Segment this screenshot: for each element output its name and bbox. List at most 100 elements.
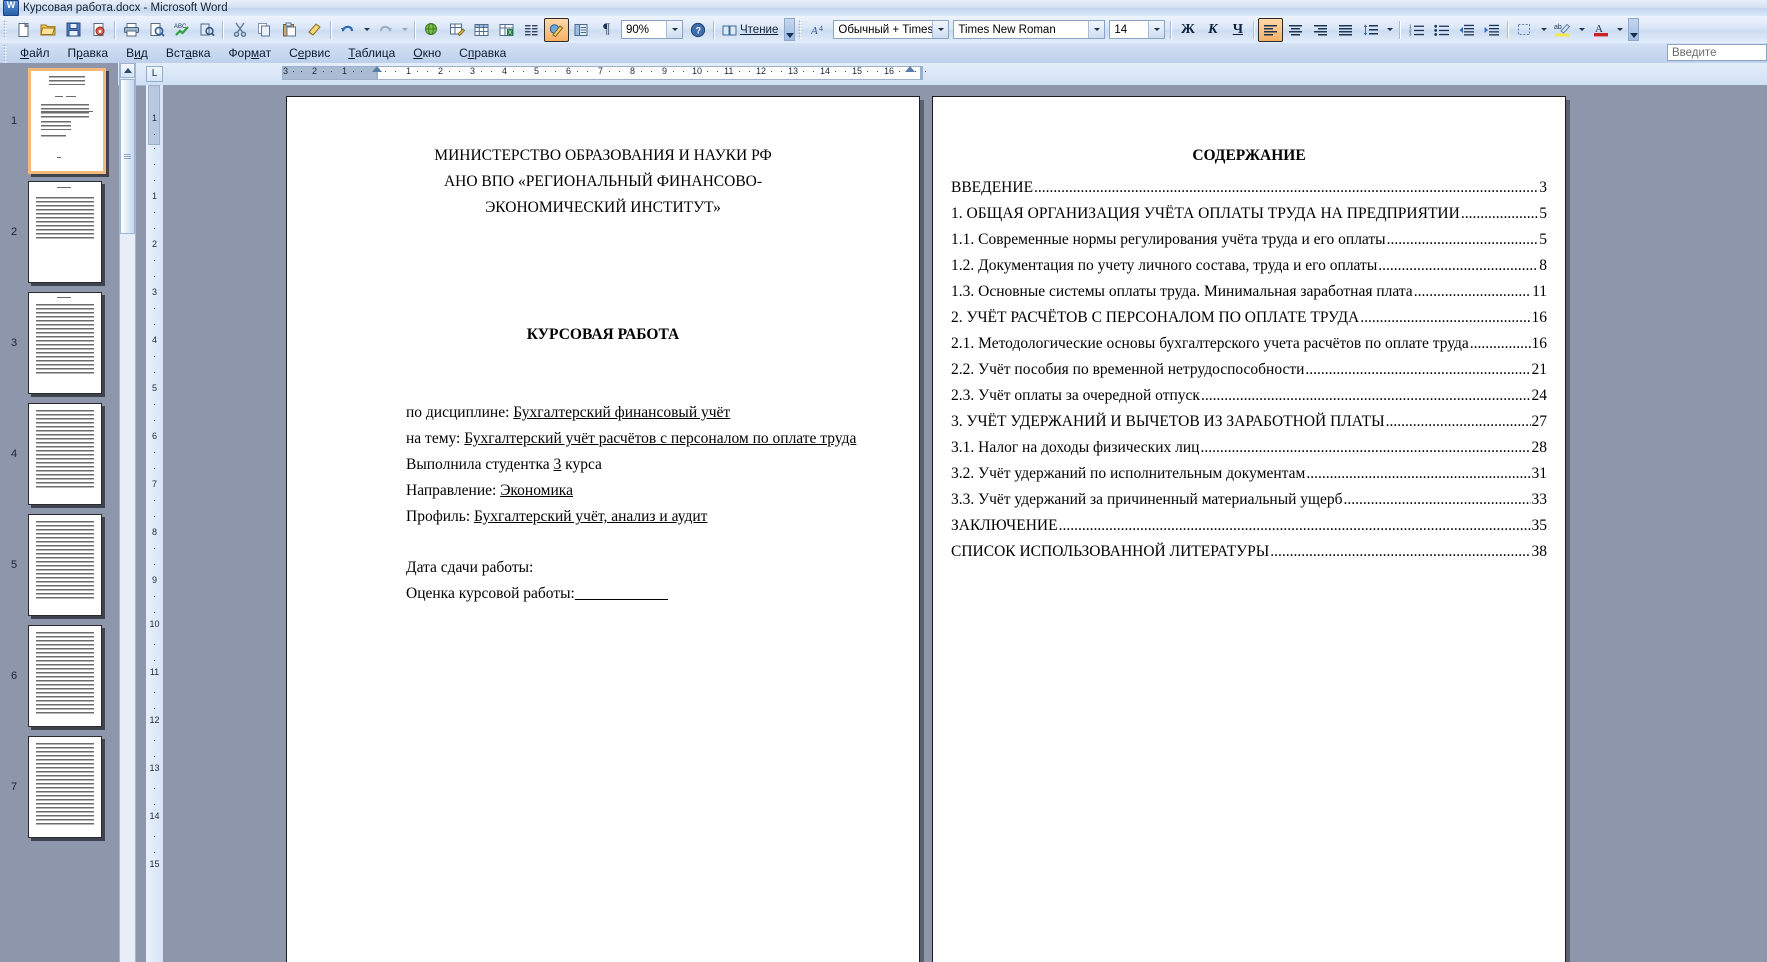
bold-button[interactable]: Ж [1175, 18, 1200, 42]
thumbnail-pane[interactable]: 1 2 3 4 5 6 7 [0, 63, 118, 962]
insert-hyperlink-button[interactable] [419, 18, 444, 42]
new-document-button[interactable] [11, 18, 36, 42]
align-center-button[interactable] [1283, 18, 1308, 42]
font-size-dropdown-arrow[interactable] [1148, 21, 1165, 38]
toc-entry: 3. УЧЁТ УДЕРЖАНИЙ И ВЫЧЕТОВ ИЗ ЗАРАБОТНО… [951, 413, 1547, 430]
menu-window[interactable]: Окно [404, 45, 450, 61]
style-combo[interactable]: Обычный + Times [833, 20, 950, 39]
font-name-dropdown-arrow[interactable] [1088, 21, 1105, 38]
italic-button[interactable]: К [1200, 18, 1225, 42]
print-preview-button[interactable] [144, 18, 169, 42]
spelling-check-button[interactable]: ABC [169, 18, 194, 42]
drawing-button[interactable] [544, 17, 569, 42]
right-indent-marker[interactable] [905, 66, 915, 72]
thumbnail-item[interactable]: 5 [0, 512, 118, 617]
zoom-dropdown-arrow[interactable] [666, 21, 682, 38]
ask-a-question-input[interactable]: Введите [1667, 44, 1767, 61]
thumbnail-page-preview[interactable] [28, 402, 102, 505]
highlight-color-button[interactable]: ab [1550, 18, 1575, 42]
format-painter-button[interactable] [302, 18, 327, 42]
thumbnail-item[interactable]: 3 [0, 290, 118, 395]
menu-insert[interactable]: Вставка [157, 45, 220, 61]
menu-view[interactable]: Вид [117, 45, 157, 61]
underline-button[interactable]: Ч [1225, 18, 1250, 42]
document-map-button[interactable] [569, 18, 594, 42]
vertical-ruler[interactable]: 1 · · · · 1 · · 2 · · 3 · · 4 · · 5 · · … [146, 85, 164, 962]
scroll-up-button[interactable] [120, 63, 135, 78]
line-spacing-dropdown-button[interactable] [1383, 18, 1396, 42]
menu-file[interactable]: Файл [11, 45, 59, 61]
scrollbar-thumb[interactable] [120, 79, 135, 234]
thumbnail-page-preview[interactable] [28, 624, 102, 727]
thumbnail-page-preview[interactable] [28, 291, 102, 394]
thumbnail-item[interactable]: 6 [0, 623, 118, 728]
permission-button[interactable] [86, 18, 111, 42]
font-size-combo[interactable]: 14 [1109, 20, 1166, 39]
font-color-dropdown-button[interactable] [1613, 18, 1626, 42]
document-page-2[interactable]: СОДЕРЖАНИЕ ВВЕДЕНИЕ ....................… [932, 96, 1566, 962]
thumbnail-page-preview[interactable] [28, 513, 102, 616]
menu-bar-grip[interactable] [3, 43, 7, 63]
tab-stop-selector[interactable]: L [146, 66, 163, 82]
thumbnail-item[interactable]: 2 [0, 179, 118, 284]
line-spacing-button[interactable] [1358, 18, 1383, 42]
outside-border-button[interactable] [1512, 18, 1537, 42]
styles-and-formatting-icon[interactable]: A4 [806, 18, 831, 42]
menu-format[interactable]: Формат [219, 45, 280, 61]
toolbar-grip[interactable] [3, 20, 7, 39]
insert-excel-table-button[interactable]: X [494, 18, 519, 42]
thumbnail-item[interactable]: 1 [0, 67, 118, 174]
tables-and-borders-button[interactable] [444, 18, 469, 42]
undo-button[interactable] [335, 18, 360, 42]
font-name-combo[interactable]: Times New Roman [953, 20, 1106, 39]
thumbnail-item[interactable]: 7 [0, 734, 118, 839]
formatting-toolbar-overflow-button[interactable] [1628, 18, 1640, 41]
research-button[interactable] [194, 18, 219, 42]
increase-indent-button[interactable] [1479, 18, 1504, 42]
show-formatting-marks-button[interactable]: ¶ [594, 18, 619, 42]
reading-mode-button[interactable]: Чтение [718, 19, 782, 41]
menu-help[interactable]: Справка [450, 45, 515, 61]
align-right-button[interactable] [1308, 18, 1333, 42]
help-icon[interactable]: ? [685, 18, 710, 42]
save-button[interactable] [61, 18, 86, 42]
numbered-list-button[interactable]: 123 [1404, 18, 1429, 42]
thumbnail-page-preview[interactable] [28, 735, 102, 838]
border-dropdown-button[interactable] [1537, 18, 1550, 42]
copy-button[interactable] [252, 18, 277, 42]
thumbnail-page-preview[interactable] [28, 67, 106, 174]
first-line-indent-marker[interactable] [372, 66, 382, 72]
menu-service[interactable]: Сервис [280, 45, 339, 61]
zoom-combo[interactable]: 90% [621, 20, 683, 39]
thumbnail-item[interactable]: 4 [0, 401, 118, 506]
document-page-1[interactable]: МИНИСТЕРСТВО ОБРАЗОВАНИЯ И НАУКИ РФ АНО … [286, 96, 920, 962]
svg-text:4: 4 [819, 24, 823, 33]
decrease-indent-button[interactable] [1454, 18, 1479, 42]
thumbnail-scrollbar[interactable] [119, 63, 136, 962]
columns-button[interactable] [519, 18, 544, 42]
formatting-toolbar-grip[interactable] [798, 20, 803, 39]
align-left-button[interactable] [1258, 17, 1284, 42]
print-button[interactable] [119, 18, 144, 42]
menu-table[interactable]: Таблица [339, 45, 404, 61]
cut-button[interactable] [227, 18, 252, 42]
toc-leader-dots: ........................................… [1360, 310, 1531, 326]
menu-edit[interactable]: Правка [59, 45, 118, 61]
toc-title: СОДЕРЖАНИЕ [1192, 147, 1306, 164]
insert-table-button[interactable] [469, 18, 494, 42]
highlight-dropdown-button[interactable] [1575, 18, 1588, 42]
font-color-button[interactable]: A [1588, 18, 1613, 42]
redo-button[interactable] [373, 18, 398, 42]
document-canvas[interactable]: МИНИСТЕРСТВО ОБРАЗОВАНИЯ И НАУКИ РФ АНО … [163, 85, 1767, 962]
align-justify-button[interactable] [1333, 18, 1358, 42]
open-document-button[interactable] [36, 18, 61, 42]
toolbar-overflow-button[interactable] [784, 18, 796, 41]
paste-button[interactable] [277, 18, 302, 42]
bulleted-list-button[interactable] [1429, 18, 1454, 42]
redo-dropdown-button[interactable] [398, 18, 411, 42]
thumbnail-page-preview[interactable] [28, 180, 102, 283]
thumbnail-page-number: 6 [10, 669, 18, 682]
horizontal-ruler[interactable]: 3 · · 2 · · 1 · · · · 1 · · 2 · · 3 · · 4 · · 5 … [172, 65, 1767, 83]
undo-dropdown-button[interactable] [360, 18, 373, 42]
style-dropdown-arrow[interactable] [932, 21, 949, 38]
